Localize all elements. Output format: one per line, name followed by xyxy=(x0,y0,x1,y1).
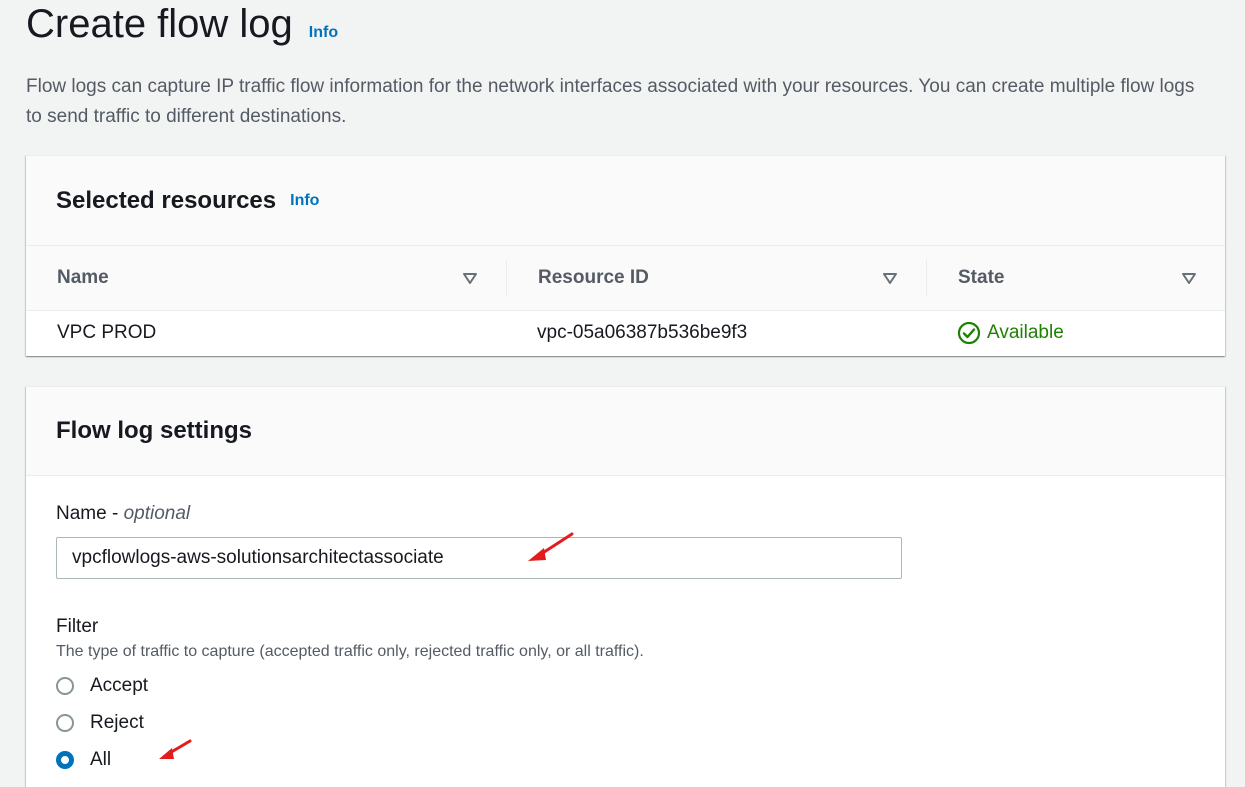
sort-icon xyxy=(1182,273,1196,284)
sort-icon xyxy=(463,273,477,284)
name-input[interactable] xyxy=(56,537,902,579)
annotation-arrow-icon xyxy=(528,532,574,561)
filter-field-label: Filter xyxy=(56,616,99,637)
cell-resource-id: vpc-05a06387b536be9f3 xyxy=(537,322,748,343)
sort-icon xyxy=(883,273,897,284)
filter-description: The type of traffic to capture (accepted… xyxy=(56,643,644,660)
radio-reject[interactable] xyxy=(56,714,74,732)
status-badge: Available xyxy=(957,321,1064,345)
selected-resources-panel: Selected resources Info Name Resource ID… xyxy=(26,155,1225,356)
page-description: Flow logs can capture IP traffic flow in… xyxy=(26,76,1195,127)
flow-log-settings-header: Flow log settings xyxy=(26,387,1225,476)
column-header-name[interactable]: Name xyxy=(26,246,506,310)
page-info-link[interactable]: Info xyxy=(309,24,338,42)
filter-option-all[interactable]: All xyxy=(56,749,111,771)
status-text: Available xyxy=(987,322,1064,343)
selected-resources-header: Selected resources Info xyxy=(26,156,1225,246)
table-row: VPC PROD vpc-05a06387b536be9f3 Available xyxy=(26,311,1225,355)
name-field-label: Name - optional xyxy=(56,503,191,524)
cell-name: VPC PROD xyxy=(57,322,157,343)
radio-all[interactable] xyxy=(56,751,74,769)
check-circle-icon xyxy=(957,321,981,345)
column-header-resource-id[interactable]: Resource ID xyxy=(507,246,926,310)
annotation-arrow-icon xyxy=(159,739,192,759)
resources-table-header: Name Resource ID State xyxy=(26,246,1225,311)
selected-resources-title: Selected resources xyxy=(56,186,277,214)
page-title-text: Create flow log xyxy=(26,2,293,46)
radio-accept[interactable] xyxy=(56,677,74,695)
column-header-state[interactable]: State xyxy=(927,246,1225,310)
cell-state: Available xyxy=(926,321,1225,345)
flow-log-settings-panel: Flow log settings Name - optional Filter… xyxy=(26,386,1225,787)
selected-resources-info-link[interactable]: Info xyxy=(290,192,319,210)
page-title: Create flow log Info xyxy=(26,2,338,47)
filter-option-accept[interactable]: Accept xyxy=(56,675,148,697)
filter-option-reject[interactable]: Reject xyxy=(56,712,144,734)
flow-log-settings-title: Flow log settings xyxy=(56,417,252,444)
